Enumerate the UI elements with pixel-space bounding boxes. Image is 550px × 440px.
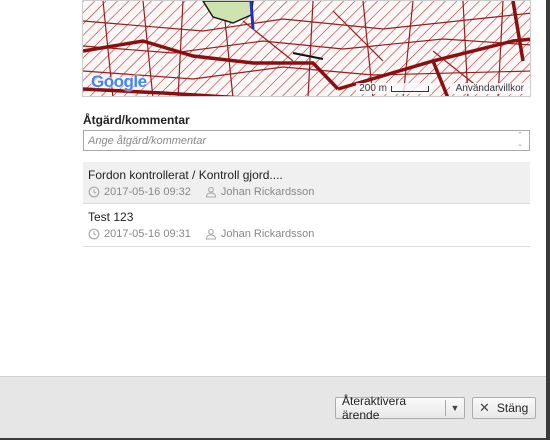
comment-entry-timestamp: 2017-05-16 09:32 [104, 186, 191, 198]
comment-input[interactable] [84, 131, 512, 150]
comment-field[interactable]: ⌃ ⌄ [83, 130, 530, 151]
comment-entry-meta: 2017-05-16 09:32 Johan Rickardsson [88, 186, 314, 198]
reactivate-case-label[interactable]: Återaktivera ärende [336, 394, 445, 422]
map-terms-link[interactable]: Användarvillkor [449, 83, 530, 94]
window-border-right [546, 0, 550, 440]
user-icon [205, 186, 216, 198]
comment-entry-meta: 2017-05-16 09:31 Johan Rickardsson [88, 228, 314, 240]
reactivate-case-button[interactable]: Återaktivera ärende ▼ [335, 394, 465, 422]
comment-entry-timestamp: 2017-05-16 09:31 [104, 228, 191, 240]
clock-icon [88, 228, 100, 240]
comment-entry: Fordon kontrollerat / Kontroll gjord....… [83, 162, 530, 204]
caret-down-icon[interactable]: ▼ [446, 403, 464, 413]
comment-entry: Test 123 2017-05-16 09:31 Johan Rickards… [83, 204, 530, 247]
map-view[interactable]: Google 200 m Användarvillkor [82, 0, 531, 97]
close-icon: ✕ [479, 400, 490, 415]
close-button-label: Stäng [496, 401, 529, 415]
map-scale-bar [391, 85, 429, 92]
comment-entry-text: Test 123 [88, 210, 134, 224]
comment-resize-handle[interactable]: ⌃ ⌄ [514, 132, 526, 149]
clock-icon [88, 186, 100, 198]
google-logo: Google [91, 72, 147, 91]
dialog-footer: Återaktivera ärende ▼ ✕ Stäng [0, 376, 546, 438]
comment-entry-author: Johan Rickardsson [220, 228, 315, 240]
chevron-down-icon: ⌄ [517, 141, 523, 148]
comment-entry-author: Johan Rickardsson [220, 186, 315, 198]
map-scale: 200 m [356, 83, 432, 94]
comment-entry-text: Fordon kontrollerat / Kontroll gjord.... [88, 168, 283, 182]
map-scale-label: 200 m [359, 83, 387, 94]
comment-label: Åtgärd/kommentar [83, 113, 190, 127]
close-button[interactable]: ✕ Stäng [472, 397, 536, 419]
chevron-up-icon: ⌃ [517, 132, 523, 139]
user-icon [205, 228, 216, 240]
